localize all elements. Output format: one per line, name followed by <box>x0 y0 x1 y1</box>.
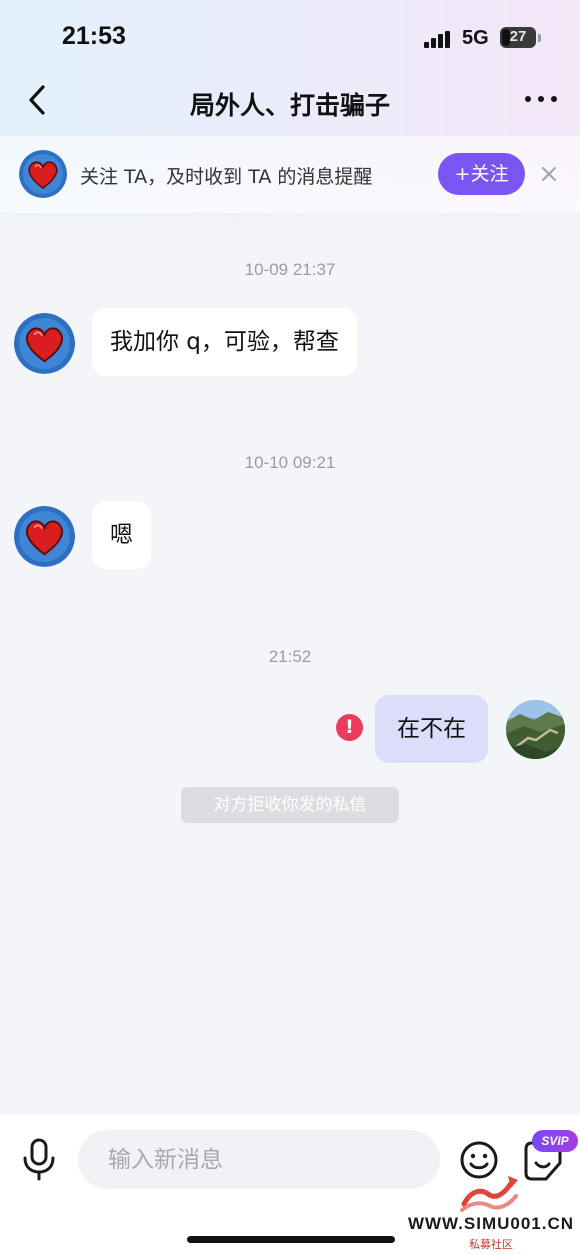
more-dots-icon <box>525 96 557 102</box>
voice-button[interactable] <box>20 1138 58 1182</box>
contact-avatar[interactable] <box>19 150 67 198</box>
incoming-message-bubble[interactable]: 嗯 <box>92 501 151 569</box>
message-timestamp: 10-10 09:21 <box>244 453 336 472</box>
svip-badge: SVIP <box>532 1130 578 1152</box>
my-avatar[interactable] <box>506 700 565 759</box>
battery-level: 27 <box>509 28 527 45</box>
message-timestamp: 21:52 <box>268 647 312 666</box>
follow-button[interactable]: +关注 <box>438 153 525 195</box>
status-time: 21:53 <box>62 22 126 50</box>
close-banner-button[interactable] <box>540 165 558 183</box>
heart-avatar-icon <box>19 150 67 198</box>
microphone-icon <box>23 1138 55 1181</box>
sender-avatar[interactable] <box>14 313 75 374</box>
landscape-avatar-icon <box>506 700 565 759</box>
exclamation-icon[interactable]: ! <box>336 714 363 741</box>
watermark-subtitle: 私募社区 <box>469 1238 513 1251</box>
signal-icon <box>424 31 452 48</box>
follow-prompt-text: 关注 TA，及时收到 TA 的消息提醒 <box>80 166 373 188</box>
close-icon <box>542 167 556 181</box>
system-notice: 对方拒收你发的私信 <box>181 787 399 823</box>
watermark-logo <box>458 1172 520 1214</box>
heart-avatar-icon <box>14 506 75 567</box>
watermark-url: WWW.SIMU001.CN <box>407 1214 575 1233</box>
more-button[interactable] <box>522 86 562 112</box>
incoming-message-bubble[interactable]: 我加你 q，可验，帮查 <box>92 308 357 376</box>
heart-avatar-icon <box>14 313 75 374</box>
home-indicator <box>187 1236 395 1243</box>
outgoing-message-bubble[interactable]: 在不在 <box>375 695 488 763</box>
message-input[interactable] <box>78 1130 440 1189</box>
battery-cap <box>538 34 541 42</box>
message-timestamp: 10-09 21:37 <box>244 260 336 279</box>
network-label: 5G <box>462 27 489 49</box>
sender-avatar[interactable] <box>14 506 75 567</box>
page-title: 局外人、打击骗子 <box>189 91 390 120</box>
battery-icon: 27 <box>500 27 536 48</box>
